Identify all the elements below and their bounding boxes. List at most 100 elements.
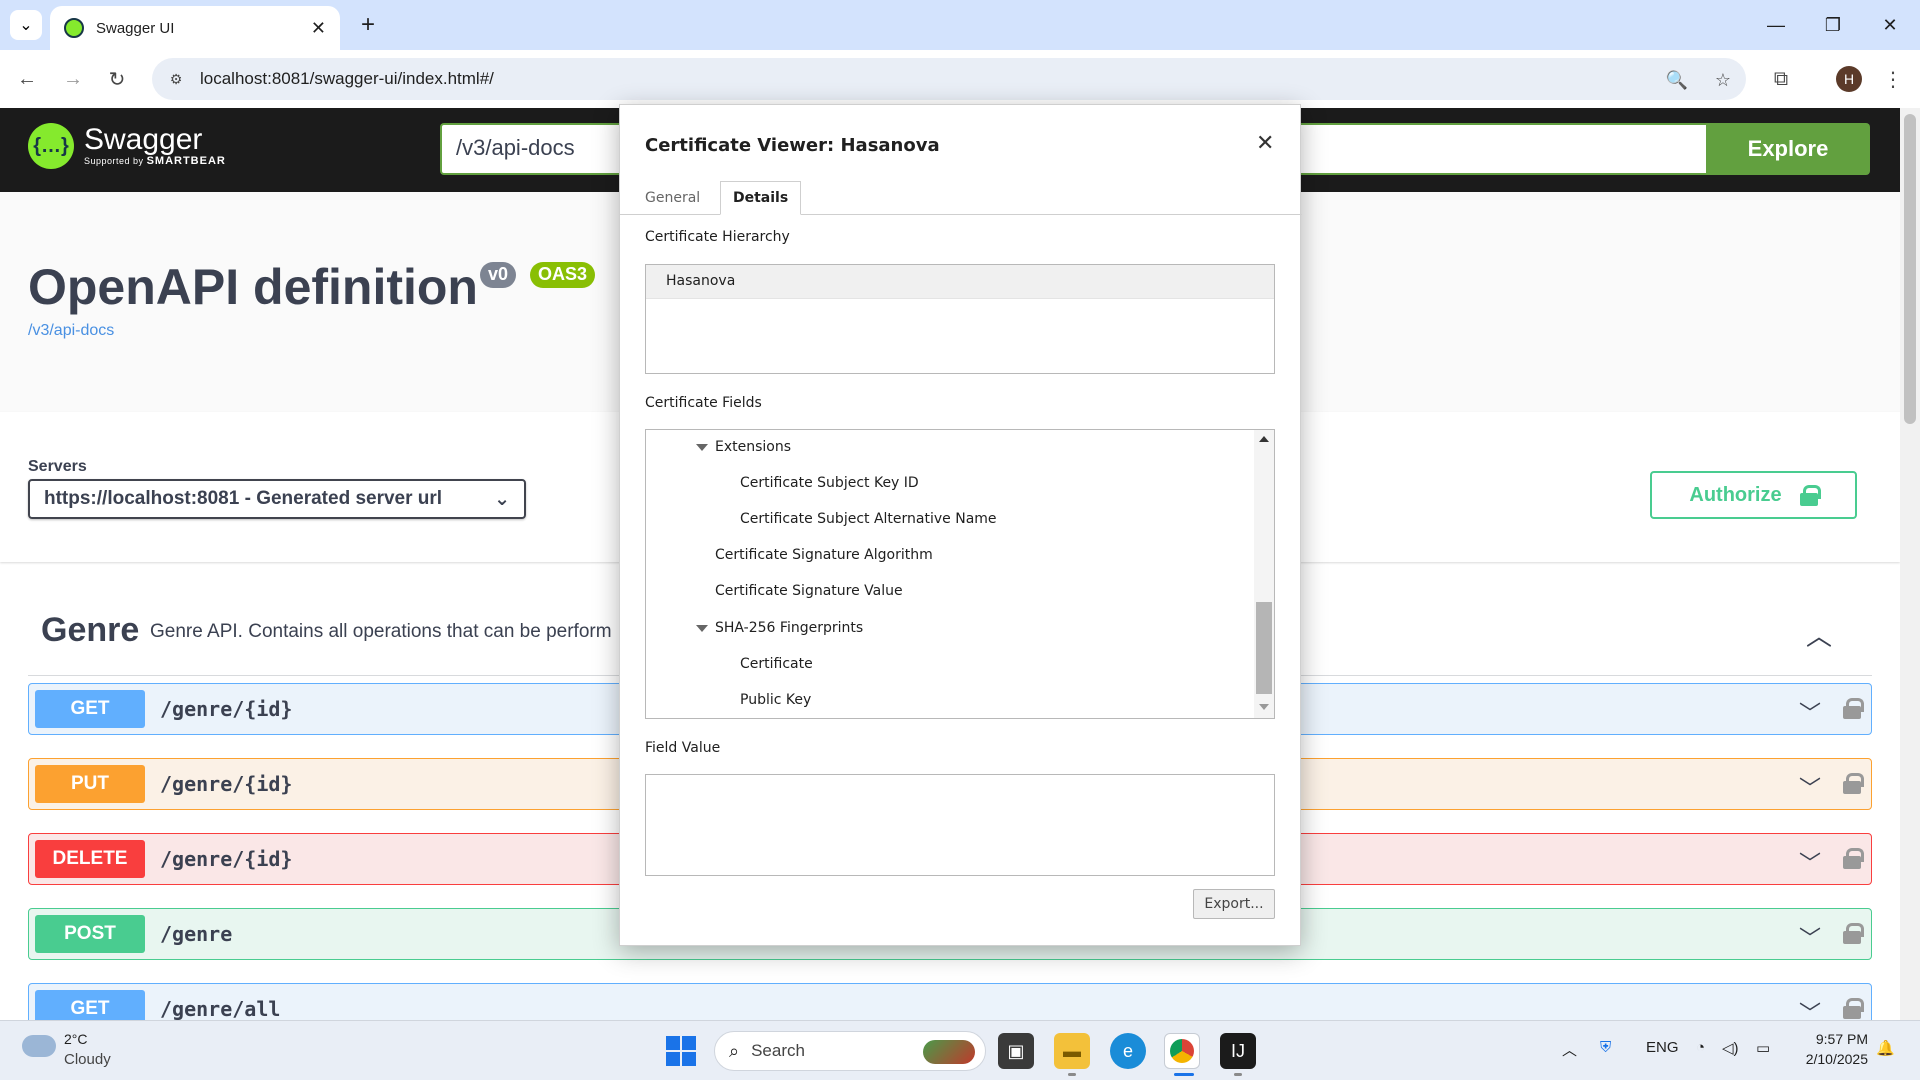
servers-select[interactable]: https://localhost:8081 - Generated serve… [28, 479, 526, 519]
language-indicator[interactable]: ENG [1646, 1039, 1679, 1056]
page-scrollbar[interactable] [1900, 108, 1920, 1020]
expand-triangle-icon[interactable] [696, 444, 708, 451]
scroll-down-icon[interactable] [1259, 704, 1269, 710]
new-tab-button[interactable]: + [352, 10, 384, 40]
site-info-icon[interactable]: ⚙ [164, 67, 188, 91]
field-sha256-fingerprints[interactable]: SHA-256 Fingerprints [715, 620, 863, 636]
zoom-icon[interactable]: 🔍 [1664, 67, 1690, 93]
close-window-button[interactable]: ✕ [1870, 8, 1910, 42]
lock-icon[interactable] [1843, 696, 1864, 722]
task-view-icon[interactable]: ▣ [998, 1033, 1034, 1069]
field-extensions[interactable]: Extensions [715, 439, 791, 455]
field-signature-value[interactable]: Certificate Signature Value [715, 583, 903, 599]
running-indicator [1234, 1073, 1242, 1076]
server-selected-value: https://localhost:8081 - Generated serve… [44, 488, 443, 509]
operation-path: /genre [160, 922, 233, 946]
collapse-tag-icon[interactable]: ︿ [1806, 616, 1832, 653]
lock-icon [1799, 485, 1821, 506]
servers-label: Servers [28, 458, 87, 475]
tab-general[interactable]: General [633, 181, 712, 215]
operation-method: GET [35, 990, 145, 1020]
operation-path: /genre/{id} [160, 697, 293, 721]
profile-avatar[interactable]: H [1836, 66, 1862, 92]
battery-icon[interactable]: ▭ [1756, 1039, 1770, 1057]
tag-title[interactable]: Genre [41, 611, 139, 650]
restore-button[interactable]: ❐ [1813, 8, 1853, 42]
scroll-up-icon[interactable] [1259, 436, 1269, 442]
explore-button[interactable]: Explore [1706, 123, 1870, 175]
bookmark-star-icon[interactable]: ☆ [1710, 67, 1736, 93]
field-value-box[interactable] [645, 774, 1275, 876]
chevron-down-icon[interactable]: ﹀ [1799, 996, 1821, 1020]
reload-button[interactable]: ↻ [100, 62, 134, 96]
address-bar[interactable]: ⚙ localhost:8081/swagger-ui/index.html#/… [152, 58, 1746, 100]
field-fingerprint-certificate[interactable]: Certificate [740, 656, 813, 672]
close-tab-icon[interactable]: ✕ [311, 18, 326, 39]
active-indicator [1174, 1073, 1194, 1076]
certificate-viewer-dialog: Certificate Viewer: Hasanova ✕ General D… [619, 104, 1302, 946]
authorize-label: Authorize [1689, 483, 1782, 506]
search-highlight-image [923, 1040, 975, 1064]
field-subject-alt-name[interactable]: Certificate Subject Alternative Name [740, 511, 997, 527]
hierarchy-item[interactable]: Hasanova [646, 265, 1274, 299]
edge-icon[interactable]: e [1110, 1033, 1146, 1069]
field-signature-algorithm[interactable]: Certificate Signature Algorithm [715, 547, 933, 563]
operation-row[interactable]: GET /genre/all ﹀ [28, 983, 1872, 1020]
operation-path: /genre/{id} [160, 772, 293, 796]
forward-button[interactable]: → [56, 62, 90, 96]
browser-toolbar: ← → ↻ ⚙ localhost:8081/swagger-ui/index.… [0, 50, 1920, 108]
lock-icon[interactable] [1843, 921, 1864, 947]
field-subject-key-id[interactable]: Certificate Subject Key ID [740, 475, 919, 491]
lock-icon[interactable] [1843, 996, 1864, 1020]
chevron-down-icon[interactable]: ﹀ [1799, 771, 1821, 803]
swagger-favicon-icon [64, 18, 84, 38]
logo-sub-prefix: Supported by [84, 156, 144, 166]
field-fingerprint-public-key[interactable]: Public Key [740, 692, 811, 708]
chevron-down-icon[interactable]: ﹀ [1799, 696, 1821, 728]
chevron-down-icon[interactable]: ﹀ [1799, 921, 1821, 953]
export-button[interactable]: Export... [1193, 889, 1275, 919]
expand-triangle-icon[interactable] [696, 625, 708, 632]
spec-link[interactable]: /v3/api-docs [28, 322, 114, 340]
windows-start-icon[interactable] [666, 1036, 696, 1066]
lock-icon[interactable] [1843, 846, 1864, 872]
browser-tab[interactable]: Swagger UI ✕ [50, 6, 340, 50]
swagger-logo[interactable]: {…} Swagger Supported by SMARTBEAR [28, 123, 226, 169]
dialog-title: Certificate Viewer: Hasanova [645, 135, 940, 156]
oas-badge: OAS3 [530, 262, 596, 288]
minimize-button[interactable]: — [1756, 8, 1796, 42]
extensions-icon[interactable]: ⧉ [1764, 62, 1798, 96]
clock-date[interactable]: 2/10/2025 [1790, 1051, 1868, 1067]
chrome-icon[interactable] [1164, 1033, 1200, 1069]
volume-icon[interactable]: ◁) [1722, 1039, 1739, 1057]
swagger-logo-icon: {…} [28, 123, 74, 169]
tab-details[interactable]: Details [720, 181, 802, 215]
clock-time[interactable]: 9:57 PM [1808, 1031, 1868, 1047]
back-button[interactable]: ← [10, 62, 44, 96]
windows-taskbar: 2°C Cloudy ⌕ Search ▣ ▬ e IJ ︿ ⛨ ENG ◔ ◁… [0, 1020, 1920, 1080]
fields-scroll-thumb[interactable] [1256, 602, 1272, 694]
authorize-button[interactable]: Authorize [1650, 471, 1857, 519]
chevron-down-icon[interactable]: ﹀ [1799, 846, 1821, 878]
tab-search-button[interactable]: ⌄ [10, 10, 42, 40]
security-shield-icon[interactable]: ⛨ [1600, 1039, 1611, 1056]
fields-label: Certificate Fields [645, 395, 762, 411]
file-explorer-icon[interactable]: ▬ [1054, 1033, 1090, 1069]
hierarchy-box: Hasanova [645, 264, 1275, 374]
lock-icon[interactable] [1843, 771, 1864, 797]
weather-condition[interactable]: Cloudy [64, 1051, 111, 1068]
menu-dots-icon[interactable]: ⋮ [1876, 62, 1910, 96]
notification-bell-icon[interactable]: 🔔 [1876, 1039, 1895, 1057]
weather-temperature[interactable]: 2°C [64, 1031, 88, 1047]
wifi-icon[interactable]: ◔ [1696, 1039, 1705, 1056]
taskbar-search[interactable]: ⌕ Search [714, 1031, 986, 1071]
close-icon[interactable]: ✕ [1256, 131, 1274, 156]
fields-scrollbar[interactable] [1254, 430, 1274, 718]
page-scroll-thumb[interactable] [1904, 114, 1916, 424]
chevron-up-icon[interactable]: ︿ [1562, 1039, 1577, 1060]
cloud-icon[interactable] [22, 1035, 56, 1057]
operation-method: GET [35, 690, 145, 728]
intellij-icon[interactable]: IJ [1220, 1033, 1256, 1069]
operation-path: /genre/all [160, 997, 281, 1020]
chevron-down-icon: ⌄ [19, 17, 33, 34]
